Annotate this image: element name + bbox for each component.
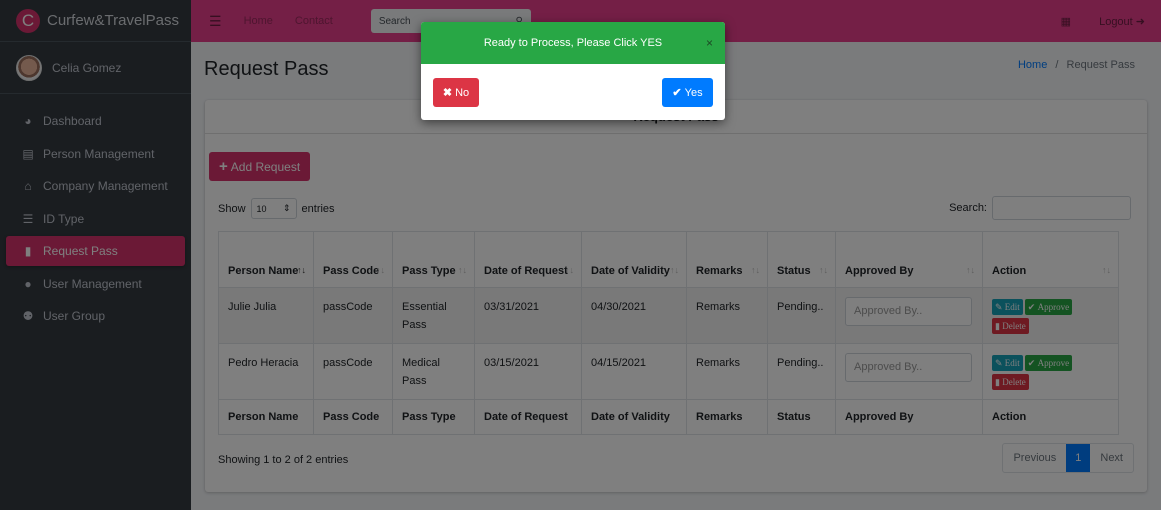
no-button[interactable]: ✖ No [433, 78, 479, 107]
confirm-modal: Ready to Process, Please Click YES × ✖ N… [421, 22, 725, 120]
modal-title: Ready to Process, Please Click YES [483, 37, 663, 49]
x-icon: ✖ [442, 87, 453, 99]
modal-header: Ready to Process, Please Click YES × [421, 22, 725, 64]
no-label: No [455, 86, 470, 99]
close-icon[interactable]: × [706, 36, 713, 50]
check-icon: ✔ [672, 87, 682, 99]
yes-label: Yes [684, 86, 703, 99]
yes-button[interactable]: ✔ Yes [662, 78, 713, 107]
